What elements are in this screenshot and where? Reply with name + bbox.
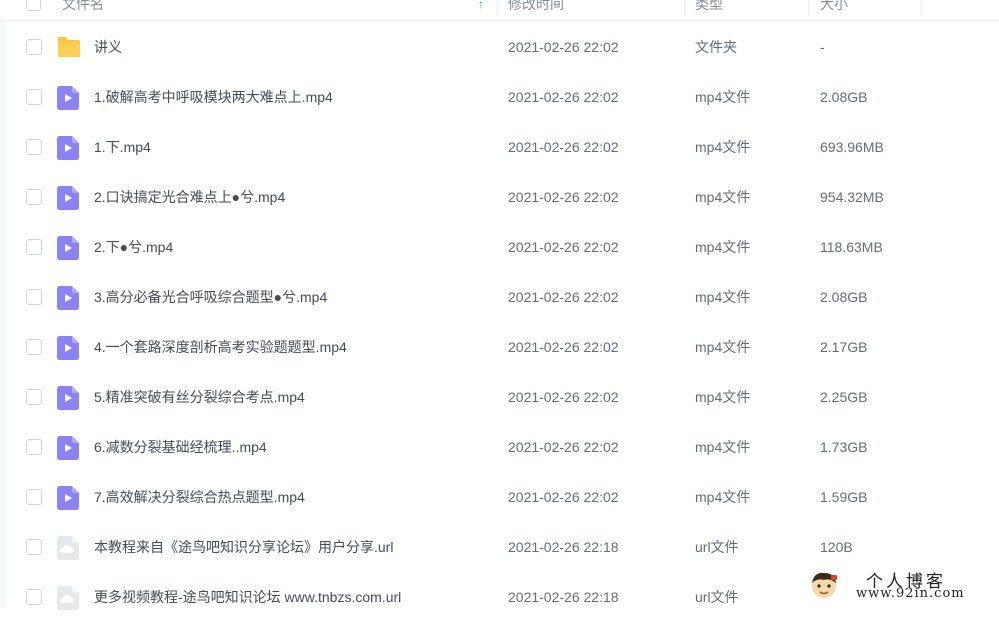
- file-list: 讲义 2021-02-26 22:02 文件夹 - 1.破解高考中呼吸模块两大难…: [0, 22, 999, 622]
- file-modified-time: 2021-02-26 22:02: [508, 239, 619, 255]
- file-row[interactable]: 2.下●兮.mp4 2021-02-26 22:02 mp4文件 118.63M…: [0, 222, 999, 272]
- file-name[interactable]: 4.一个套路深度剖析高考实验题题型.mp4: [94, 322, 347, 372]
- file-modified-time: 2021-02-26 22:02: [508, 389, 619, 405]
- row-checkbox[interactable]: [26, 189, 42, 205]
- row-checkbox[interactable]: [26, 239, 42, 255]
- column-divider[interactable]: [921, 0, 922, 16]
- file-name[interactable]: 更多视频教程-途鸟吧知识论坛 www.tnbzs.com.url: [94, 572, 401, 622]
- file-list-header: 文件名 ↑ 修改时间 类型 大小: [0, 0, 999, 21]
- sort-ascending-icon[interactable]: ↑: [478, 0, 484, 20]
- folder-icon: [57, 36, 81, 63]
- file-name[interactable]: 2.口诀搞定光合难点上●兮.mp4: [94, 172, 285, 222]
- select-all-checkbox[interactable]: [26, 0, 41, 11]
- column-header-size[interactable]: 大小: [820, 0, 848, 20]
- file-row[interactable]: 4.一个套路深度剖析高考实验题题型.mp4 2021-02-26 22:02 m…: [0, 322, 999, 372]
- row-checkbox[interactable]: [26, 539, 42, 555]
- file-row[interactable]: 1.下.mp4 2021-02-26 22:02 mp4文件 693.96MB: [0, 122, 999, 172]
- file-size: 1.73GB: [820, 439, 868, 455]
- file-size: 1.59GB: [820, 489, 868, 505]
- file-type: mp4文件: [695, 89, 751, 105]
- file-type: url文件: [695, 589, 739, 605]
- row-checkbox[interactable]: [26, 339, 42, 355]
- watermark-url: www.92in.com: [856, 586, 965, 601]
- file-size: -: [820, 39, 825, 55]
- video-file-icon: [57, 236, 79, 265]
- video-file-icon: [57, 286, 79, 315]
- file-name[interactable]: 6.减数分裂基础经梳理..mp4: [94, 422, 267, 472]
- column-header-type[interactable]: 类型: [695, 0, 723, 20]
- file-size: 2.25GB: [820, 389, 868, 405]
- video-file-icon: [57, 136, 79, 165]
- file-type: mp4文件: [695, 489, 751, 505]
- file-type: mp4文件: [695, 339, 751, 355]
- file-row[interactable]: 2.口诀搞定光合难点上●兮.mp4 2021-02-26 22:02 mp4文件…: [0, 172, 999, 222]
- file-type: 文件夹: [695, 39, 737, 55]
- row-checkbox[interactable]: [26, 39, 42, 55]
- file-type: mp4文件: [695, 389, 751, 405]
- video-file-icon: [57, 336, 79, 365]
- file-modified-time: 2021-02-26 22:02: [508, 439, 619, 455]
- file-size: 693.96MB: [820, 139, 884, 155]
- row-checkbox[interactable]: [26, 289, 42, 305]
- file-row[interactable]: 7.高效解决分裂综合热点题型.mp4 2021-02-26 22:02 mp4文…: [0, 472, 999, 522]
- file-modified-time: 2021-02-26 22:02: [508, 89, 619, 105]
- file-type: url文件: [695, 539, 739, 555]
- file-name[interactable]: 1.下.mp4: [94, 122, 151, 172]
- row-checkbox[interactable]: [26, 489, 42, 505]
- file-name[interactable]: 2.下●兮.mp4: [94, 222, 173, 272]
- file-size: 118.63MB: [820, 239, 883, 255]
- blog-watermark: 个人博客 www.92in.com: [806, 565, 996, 605]
- file-modified-time: 2021-02-26 22:02: [508, 189, 619, 205]
- file-size: 2.08GB: [820, 89, 868, 105]
- url-file-icon: [57, 586, 79, 615]
- video-file-icon: [57, 436, 79, 465]
- file-modified-time: 2021-02-26 22:02: [508, 39, 619, 55]
- video-file-icon: [57, 186, 79, 215]
- file-name[interactable]: 1.破解高考中呼吸模块两大难点上.mp4: [94, 72, 333, 122]
- file-modified-time: 2021-02-26 22:02: [508, 339, 619, 355]
- file-name[interactable]: 本教程来自《途鸟吧知识分享论坛》用户分享.url: [94, 522, 393, 572]
- file-modified-time: 2021-02-26 22:02: [508, 489, 619, 505]
- column-header-time[interactable]: 修改时间: [508, 0, 564, 20]
- file-type: mp4文件: [695, 139, 751, 155]
- file-name[interactable]: 7.高效解决分裂综合热点题型.mp4: [94, 472, 305, 522]
- file-row[interactable]: 6.减数分裂基础经梳理..mp4 2021-02-26 22:02 mp4文件 …: [0, 422, 999, 472]
- file-row[interactable]: 5.精准突破有丝分裂综合考点.mp4 2021-02-26 22:02 mp4文…: [0, 372, 999, 422]
- file-row[interactable]: 1.破解高考中呼吸模块两大难点上.mp4 2021-02-26 22:02 mp…: [0, 72, 999, 122]
- file-modified-time: 2021-02-26 22:02: [508, 139, 619, 155]
- column-divider[interactable]: [808, 0, 809, 16]
- file-name[interactable]: 讲义: [94, 22, 122, 72]
- video-file-icon: [57, 86, 79, 115]
- file-modified-time: 2021-02-26 22:18: [508, 539, 619, 555]
- file-size: 2.08GB: [820, 289, 868, 305]
- file-type: mp4文件: [695, 439, 751, 455]
- mascot-icon: [812, 572, 837, 598]
- video-file-icon: [57, 486, 79, 515]
- url-file-icon: [57, 536, 79, 565]
- column-header-name[interactable]: 文件名: [62, 0, 104, 20]
- file-type: mp4文件: [695, 239, 751, 255]
- file-row[interactable]: 3.高分必备光合呼吸综合题型●兮.mp4 2021-02-26 22:02 mp…: [0, 272, 999, 322]
- file-modified-time: 2021-02-26 22:18: [508, 589, 619, 605]
- row-checkbox[interactable]: [26, 89, 42, 105]
- file-size: 2.17GB: [820, 339, 868, 355]
- row-checkbox[interactable]: [26, 139, 42, 155]
- column-divider[interactable]: [684, 0, 685, 16]
- row-checkbox[interactable]: [26, 589, 42, 605]
- file-name[interactable]: 3.高分必备光合呼吸综合题型●兮.mp4: [94, 272, 327, 322]
- row-checkbox[interactable]: [26, 389, 42, 405]
- file-row[interactable]: 讲义 2021-02-26 22:02 文件夹 -: [0, 22, 999, 72]
- file-name[interactable]: 5.精准突破有丝分裂综合考点.mp4: [94, 372, 305, 422]
- file-modified-time: 2021-02-26 22:02: [508, 289, 619, 305]
- video-file-icon: [57, 386, 79, 415]
- column-divider[interactable]: [497, 0, 498, 16]
- file-size: 954.32MB: [820, 189, 884, 205]
- file-type: mp4文件: [695, 289, 751, 305]
- file-type: mp4文件: [695, 189, 751, 205]
- row-checkbox[interactable]: [26, 439, 42, 455]
